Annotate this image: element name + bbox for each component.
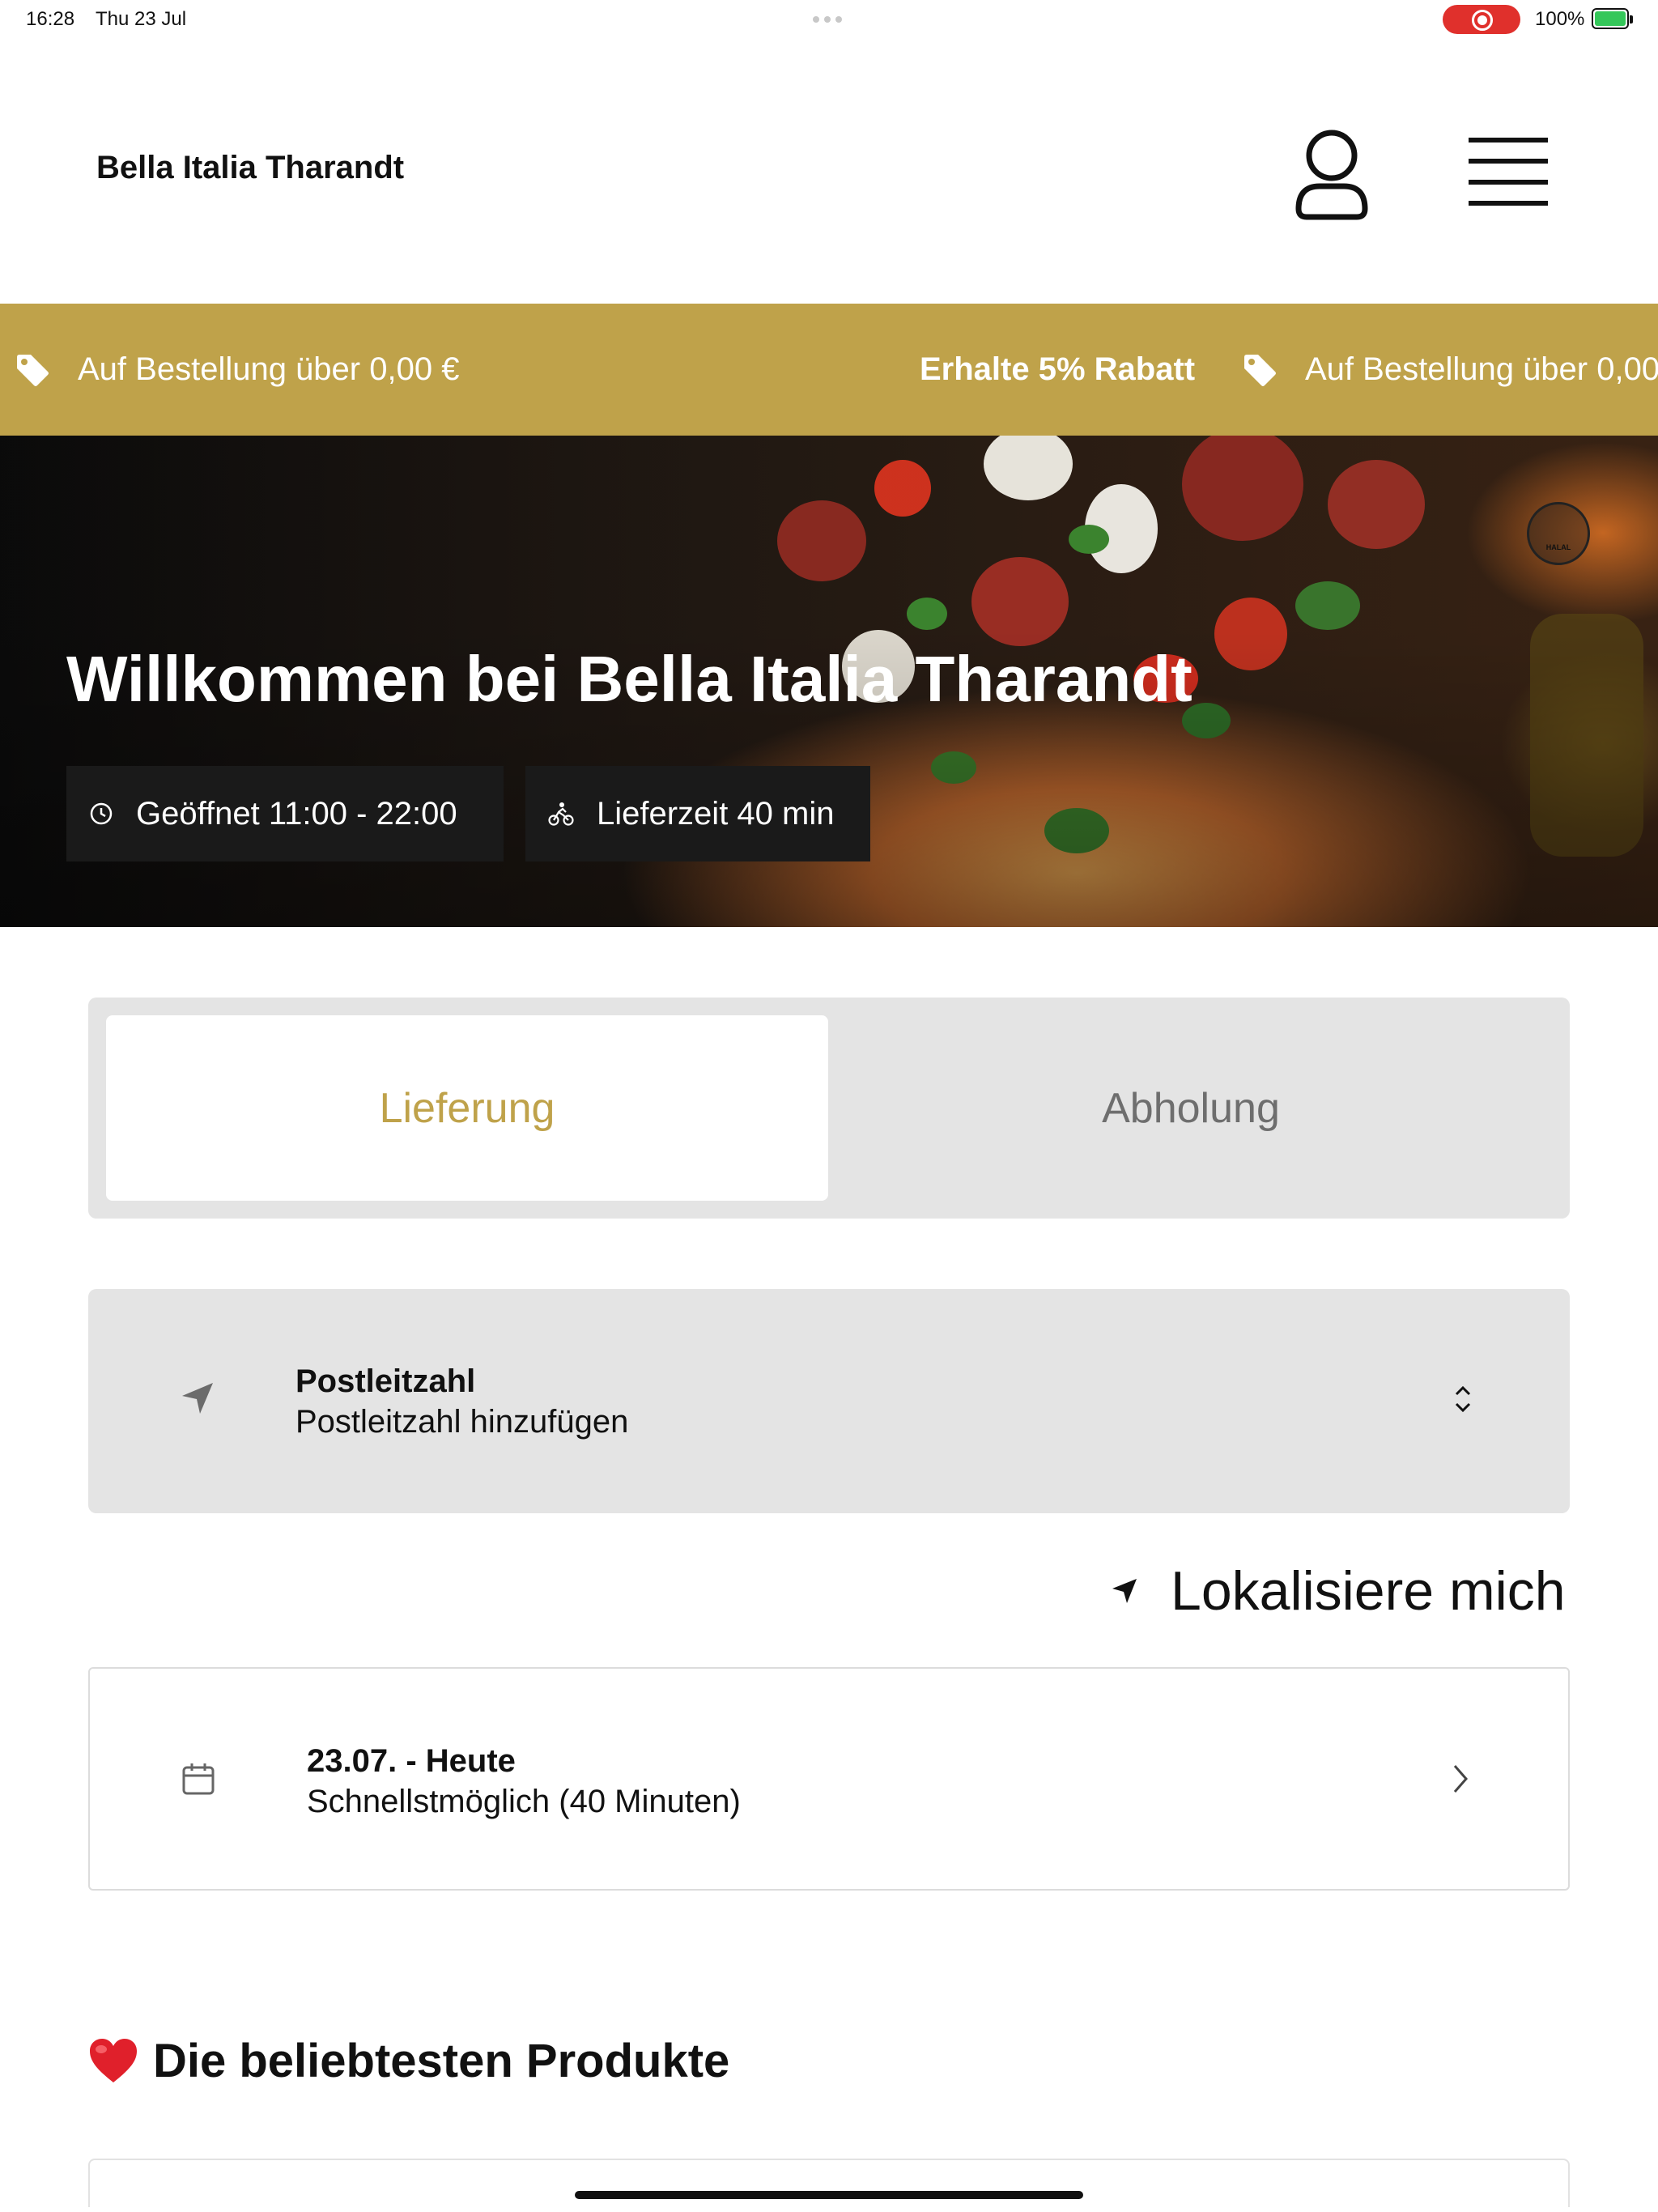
popular-products-heading: Die beliebtesten Produkte: [88, 2028, 729, 2093]
location-arrow-icon: [1112, 1579, 1137, 1603]
promo-text: Auf Bestellung über 0,00 €: [78, 351, 460, 387]
multitasking-dots-icon[interactable]: [813, 16, 845, 23]
postcode-selector[interactable]: Postleitzahl Postleitzahl hinzufügen: [88, 1289, 1570, 1513]
opening-hours-text: Geöffnet 11:00 - 22:00: [136, 795, 457, 832]
hero-title: Willkommen bei Bella Italia Tharandt: [66, 643, 1192, 715]
tab-pickup[interactable]: Abholung: [830, 1015, 1552, 1201]
order-mode-tabs: Lieferung Abholung: [88, 998, 1570, 1219]
schedule-date: 23.07. - Heute: [307, 1743, 516, 1779]
promo-banner: Auf Bestellung über 0,00 € Erhalte 5% Ra…: [0, 304, 1658, 436]
product-card[interactable]: [88, 2159, 1570, 2207]
tab-delivery[interactable]: Lieferung: [106, 1015, 828, 1201]
bike-delivery-icon: [548, 802, 574, 826]
delivery-time-text: Lieferzeit 40 min: [597, 795, 835, 832]
battery-percentage: 100%: [1535, 8, 1585, 30]
postcode-label: Postleitzahl: [295, 1363, 476, 1399]
opening-hours-chip: Geöffnet 11:00 - 22:00: [66, 766, 504, 861]
hamburger-menu-icon: [1469, 138, 1548, 206]
tag-icon: [1244, 354, 1276, 386]
heart-icon: [90, 2039, 137, 2082]
status-date: Thu 23 Jul: [96, 8, 187, 30]
hero-banner: HALAL Willkommen bei Bella Italia Tharan…: [0, 436, 1658, 927]
status-bar: 16:28 Thu 23 Jul 100%: [0, 0, 1658, 40]
chevron-up-down-icon: [1455, 1385, 1471, 1413]
schedule-time: Schnellstmöglich (40 Minuten): [307, 1784, 741, 1819]
locate-me-button[interactable]: Lokalisiere mich: [1111, 1559, 1566, 1623]
account-button[interactable]: [1287, 121, 1376, 227]
schedule-selector[interactable]: 23.07. - Heute Schnellstmöglich (40 Minu…: [88, 1667, 1570, 1891]
locate-me-label: Lokalisiere mich: [1171, 1560, 1566, 1622]
battery-icon: [1592, 8, 1633, 29]
tag-icon: [17, 354, 49, 386]
delivery-time-chip: Lieferzeit 40 min: [525, 766, 870, 861]
user-icon: [1295, 130, 1368, 220]
promo-item: Erhalte 5% Rabatt: [920, 304, 1195, 436]
halal-badge: HALAL: [1527, 502, 1590, 565]
menu-button[interactable]: [1464, 130, 1553, 211]
postcode-placeholder: Postleitzahl hinzufügen: [295, 1404, 629, 1440]
promo-text: Erhalte 5% Rabatt: [920, 351, 1196, 387]
status-time: 16:28: [26, 8, 75, 30]
promo-text: Auf Bestellung über 0,00 €: [1305, 351, 1658, 387]
promo-item: Auf Bestellung über 0,00 €: [15, 304, 459, 436]
screen-recording-indicator[interactable]: [1443, 5, 1520, 34]
clock-icon: [90, 802, 113, 825]
calendar-icon: [182, 1763, 215, 1795]
site-header: Bella Italia Tharandt: [0, 40, 1658, 304]
location-arrow-icon: [182, 1383, 213, 1414]
chevron-right-icon: [1453, 1765, 1468, 1793]
home-indicator[interactable]: [575, 2191, 1083, 2199]
brand-name[interactable]: Bella Italia Tharandt: [96, 150, 404, 186]
promo-item: Auf Bestellung über 0,00 €: [1242, 304, 1658, 436]
popular-products-title: Die beliebtesten Produkte: [153, 2034, 730, 2087]
